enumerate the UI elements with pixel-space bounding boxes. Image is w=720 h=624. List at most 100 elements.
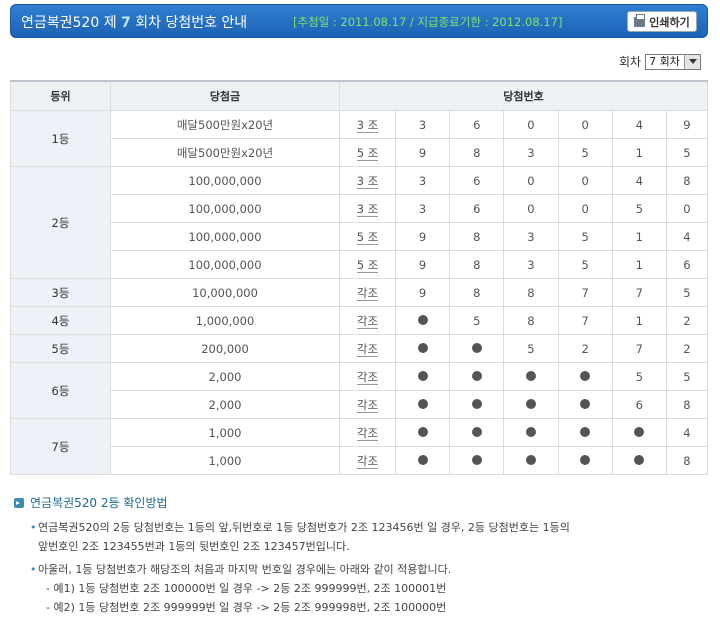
- masked-digit-cell: [557, 390, 613, 419]
- digit-cell: 9: [394, 222, 451, 251]
- dot-icon: [417, 370, 428, 381]
- dot-icon: [525, 454, 536, 465]
- masked-digit-cell: [611, 446, 667, 475]
- digit-cell: 7: [557, 306, 613, 335]
- digit-cell: 5: [449, 306, 505, 335]
- digit-cell: 9: [394, 250, 451, 279]
- digit-cell: 6: [449, 194, 505, 223]
- draw-dates: [추첨일 : 2011.08.17 / 지급종료기한 : 2012.08.17]: [293, 15, 563, 29]
- digit-cell: 8: [503, 278, 559, 307]
- digit-cell: 5: [557, 138, 613, 167]
- winning-numbers-table: 등위 당첨금 당첨번호 1등 매달500만원x20년 3 조 3 6 0 0 4 9 매달500만…: [10, 80, 709, 475]
- rank-cell: 5등: [10, 334, 111, 363]
- digit-cell: 2: [665, 334, 709, 363]
- prize-cell: 100,000,000: [110, 250, 340, 279]
- chevron-down-icon[interactable]: [684, 54, 701, 69]
- masked-digit-cell: [449, 362, 505, 391]
- table-row: 4등 1,000,000 각조 5 8 7 1 2: [10, 306, 709, 335]
- prize-cell: 1,000: [110, 446, 340, 475]
- digit-cell: 3: [394, 166, 451, 195]
- dot-icon: [471, 342, 482, 353]
- digit-cell: 1: [611, 306, 667, 335]
- dot-icon: [417, 398, 428, 409]
- digit-cell: 8: [665, 446, 709, 475]
- table-row: 100,000,000 3 조360050: [11, 194, 709, 223]
- digit-cell: 9: [394, 138, 451, 167]
- digit-cell: 1: [611, 222, 667, 251]
- group-cell: 5 조: [339, 138, 396, 167]
- digit-cell: 0: [503, 110, 559, 139]
- bullet-icon: •: [30, 521, 37, 534]
- digit-cell: 5: [665, 138, 709, 167]
- group-cell: 5 조: [339, 222, 396, 251]
- prize-cell: 100,000,000: [110, 194, 340, 223]
- prize-cell: 2,000: [110, 390, 340, 419]
- digit-cell: 5: [611, 194, 667, 223]
- digit-cell: 9: [394, 278, 451, 307]
- group-cell: 각조: [339, 446, 396, 475]
- rank-cell: 3등: [10, 278, 111, 307]
- digit-cell: 0: [503, 194, 559, 223]
- printer-icon: [634, 13, 646, 27]
- digit-cell: 5: [557, 222, 613, 251]
- rank-cell: 1등: [10, 110, 111, 167]
- group-cell: 각조: [339, 362, 396, 391]
- masked-digit-cell: [503, 390, 559, 419]
- rank-cell: 2등: [10, 166, 111, 279]
- prize-cell: 1,000: [110, 418, 340, 447]
- masked-digit-cell: [394, 306, 451, 335]
- print-button[interactable]: 인쇄하기: [627, 11, 697, 32]
- masked-digit-cell: [394, 446, 451, 475]
- round-selector: 회차 7 회차: [619, 53, 702, 70]
- dot-icon: [417, 342, 428, 353]
- group-cell: 5 조: [339, 250, 396, 279]
- table-row: 5등 200,000 각조 5 2 7 2: [10, 334, 709, 363]
- digit-cell: 7: [557, 278, 613, 307]
- round-select[interactable]: 7 회차: [645, 53, 702, 70]
- dot-icon: [471, 370, 482, 381]
- digit-cell: 8: [449, 222, 505, 251]
- digit-cell: 0: [503, 166, 559, 195]
- digit-cell: 6: [611, 390, 667, 419]
- digit-cell: 8: [665, 390, 709, 419]
- prize-cell: 100,000,000: [110, 166, 340, 195]
- digit-cell: 3: [394, 110, 451, 139]
- info-section-title: 연금복권520 2등 확인방법: [14, 494, 168, 511]
- digit-cell: 5: [557, 250, 613, 279]
- digit-cell: 8: [449, 250, 505, 279]
- group-cell: 각조: [339, 278, 396, 307]
- dot-icon: [580, 454, 591, 465]
- digit-cell: 5: [665, 278, 709, 307]
- digit-cell: 6: [665, 250, 709, 279]
- example-1: - 예1) 1등 당첨번호 2조 100000번 일 경우 -> 2등 2조 9…: [46, 582, 447, 595]
- masked-digit-cell: [394, 334, 451, 363]
- digit-cell: 7: [611, 334, 667, 363]
- digit-cell: 3: [394, 194, 451, 223]
- table-row: 6등 2,000 각조 5 5: [10, 362, 709, 419]
- dot-icon: [417, 426, 428, 437]
- table-row: 2,000 각조 6 8: [11, 390, 709, 419]
- masked-digit-cell: [503, 446, 559, 475]
- group-cell: 각조: [339, 306, 396, 335]
- digit-cell: 4: [665, 222, 709, 251]
- prize-cell: 1,000,000: [110, 306, 340, 335]
- dot-icon: [525, 426, 536, 437]
- masked-digit-cell: [611, 418, 667, 447]
- header-rank: 등위: [10, 80, 111, 111]
- digit-cell: 3: [503, 222, 559, 251]
- prize-cell: 매달500만원x20년: [110, 138, 340, 167]
- digit-cell: 8: [449, 278, 505, 307]
- print-label: 인쇄하기: [649, 15, 690, 29]
- section-bullet-icon: [14, 497, 24, 508]
- digit-cell: 0: [557, 166, 613, 195]
- digit-cell: 5: [665, 362, 709, 391]
- digit-cell: 6: [449, 166, 505, 195]
- masked-digit-cell: [557, 446, 613, 475]
- dot-icon: [471, 398, 482, 409]
- dot-icon: [580, 426, 591, 437]
- digit-cell: 1: [611, 138, 667, 167]
- info-paragraph-1: • 연금복권520의 2등 당첨번호는 1등의 앞,뒤번호로 1등 당첨번호가 …: [30, 518, 570, 556]
- digit-cell: 0: [557, 194, 613, 223]
- group-cell: 각조: [339, 334, 396, 363]
- table-row: 2등 100,000,000 3 조360048: [10, 166, 709, 279]
